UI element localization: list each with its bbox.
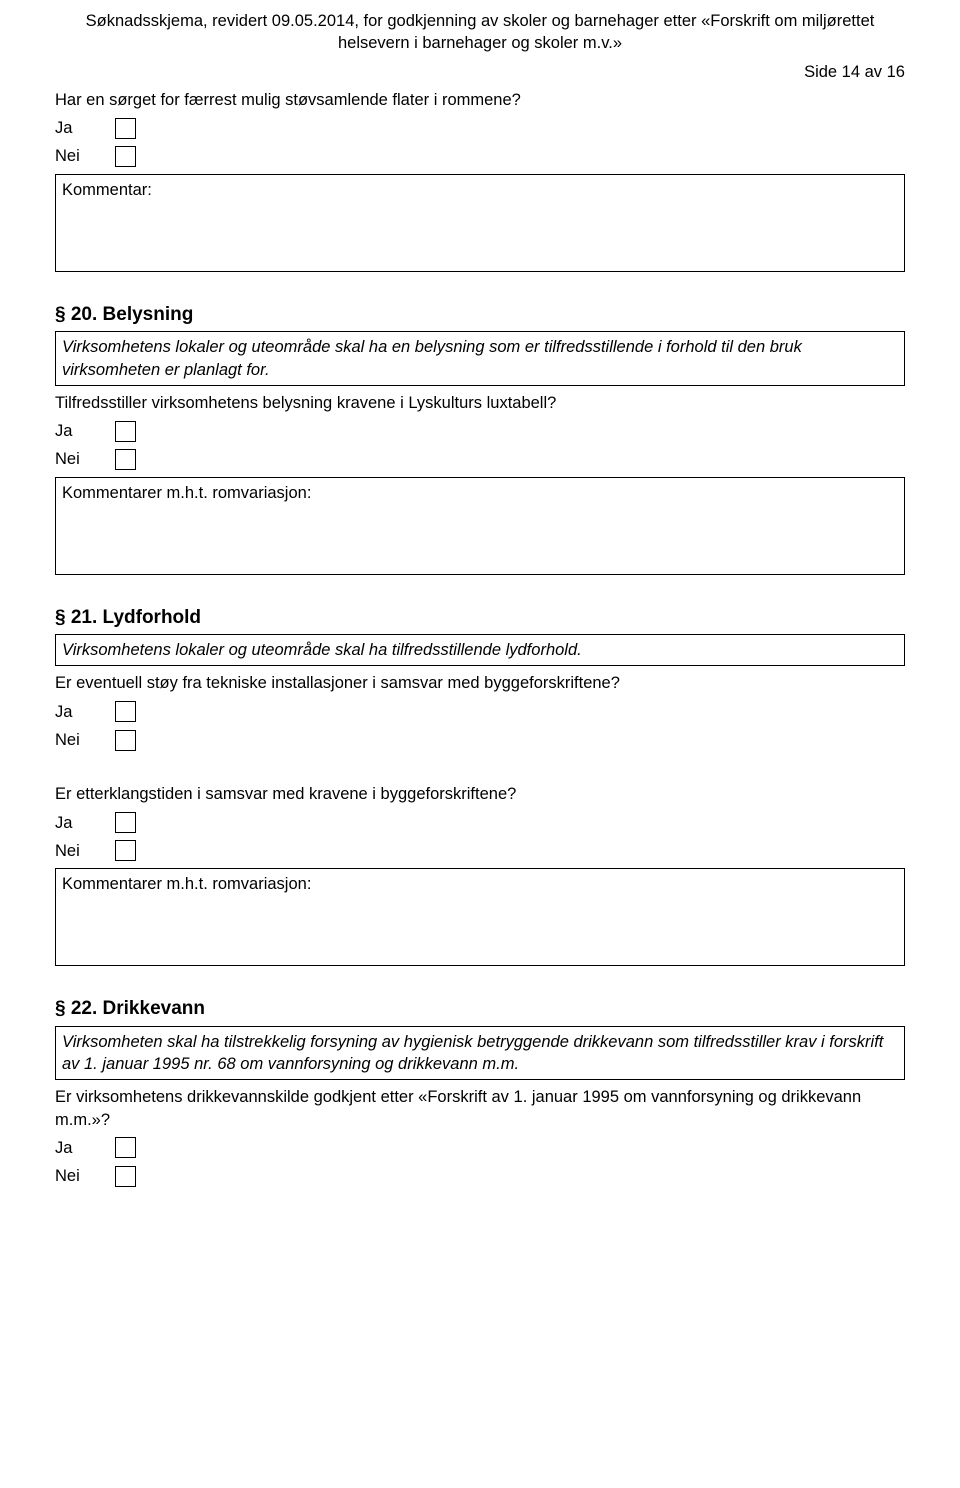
checkbox-ja[interactable] <box>115 701 136 722</box>
section-20-q1: Tilfredsstiller virksomhetens belysning … <box>55 392 905 414</box>
option-nei-row: Nei <box>55 448 905 470</box>
option-ja-label: Ja <box>55 420 97 442</box>
option-ja-row: Ja <box>55 420 905 442</box>
comment-label: Kommentarer m.h.t. romvariasjon: <box>62 484 311 502</box>
question-dust-surfaces: Har en sørget for færrest mulig støvsaml… <box>55 89 905 111</box>
section-21-heading: § 21. Lydforhold <box>55 605 905 631</box>
option-nei-label: Nei <box>55 145 97 167</box>
option-nei-row: Nei <box>55 145 905 167</box>
section-20-heading: § 20. Belysning <box>55 302 905 328</box>
checkbox-ja[interactable] <box>115 421 136 442</box>
checkbox-nei[interactable] <box>115 449 136 470</box>
document-header: Søknadsskjema, revidert 09.05.2014, for … <box>55 10 905 55</box>
section-22-regulation: Virksomheten skal ha tilstrekkelig forsy… <box>55 1026 905 1081</box>
section-21-q2: Er etterklangstiden i samsvar med kraven… <box>55 783 905 805</box>
section-21-regulation: Virksomhetens lokaler og uteområde skal … <box>55 634 905 666</box>
option-ja-label: Ja <box>55 812 97 834</box>
option-ja-row: Ja <box>55 117 905 139</box>
option-ja-row: Ja <box>55 701 905 723</box>
option-nei-row: Nei <box>55 1165 905 1187</box>
comment-box[interactable]: Kommentar: <box>55 174 905 272</box>
option-ja-row: Ja <box>55 812 905 834</box>
option-nei-label: Nei <box>55 1165 97 1187</box>
checkbox-nei[interactable] <box>115 146 136 167</box>
checkbox-nei[interactable] <box>115 1166 136 1187</box>
checkbox-ja[interactable] <box>115 118 136 139</box>
comment-box[interactable]: Kommentarer m.h.t. romvariasjon: <box>55 868 905 966</box>
page-number: Side 14 av 16 <box>55 61 905 83</box>
option-ja-label: Ja <box>55 701 97 723</box>
comment-box[interactable]: Kommentarer m.h.t. romvariasjon: <box>55 477 905 575</box>
checkbox-ja[interactable] <box>115 1137 136 1158</box>
option-nei-label: Nei <box>55 448 97 470</box>
section-22-heading: § 22. Drikkevann <box>55 996 905 1022</box>
comment-label: Kommentarer m.h.t. romvariasjon: <box>62 875 311 893</box>
header-text: Søknadsskjema, revidert 09.05.2014, for … <box>86 12 875 52</box>
option-nei-row: Nei <box>55 840 905 862</box>
option-ja-label: Ja <box>55 117 97 139</box>
question-text: Har en sørget for færrest mulig støvsaml… <box>55 89 905 111</box>
option-nei-row: Nei <box>55 729 905 751</box>
section-21-q1: Er eventuell støy fra tekniske installas… <box>55 672 905 694</box>
option-nei-label: Nei <box>55 840 97 862</box>
checkbox-nei[interactable] <box>115 840 136 861</box>
section-22-q1: Er virksomhetens drikkevannskilde godkje… <box>55 1086 905 1131</box>
comment-label: Kommentar: <box>62 181 152 199</box>
option-nei-label: Nei <box>55 729 97 751</box>
section-20-regulation: Virksomhetens lokaler og uteområde skal … <box>55 331 905 386</box>
checkbox-nei[interactable] <box>115 730 136 751</box>
option-ja-label: Ja <box>55 1137 97 1159</box>
checkbox-ja[interactable] <box>115 812 136 833</box>
option-ja-row: Ja <box>55 1137 905 1159</box>
